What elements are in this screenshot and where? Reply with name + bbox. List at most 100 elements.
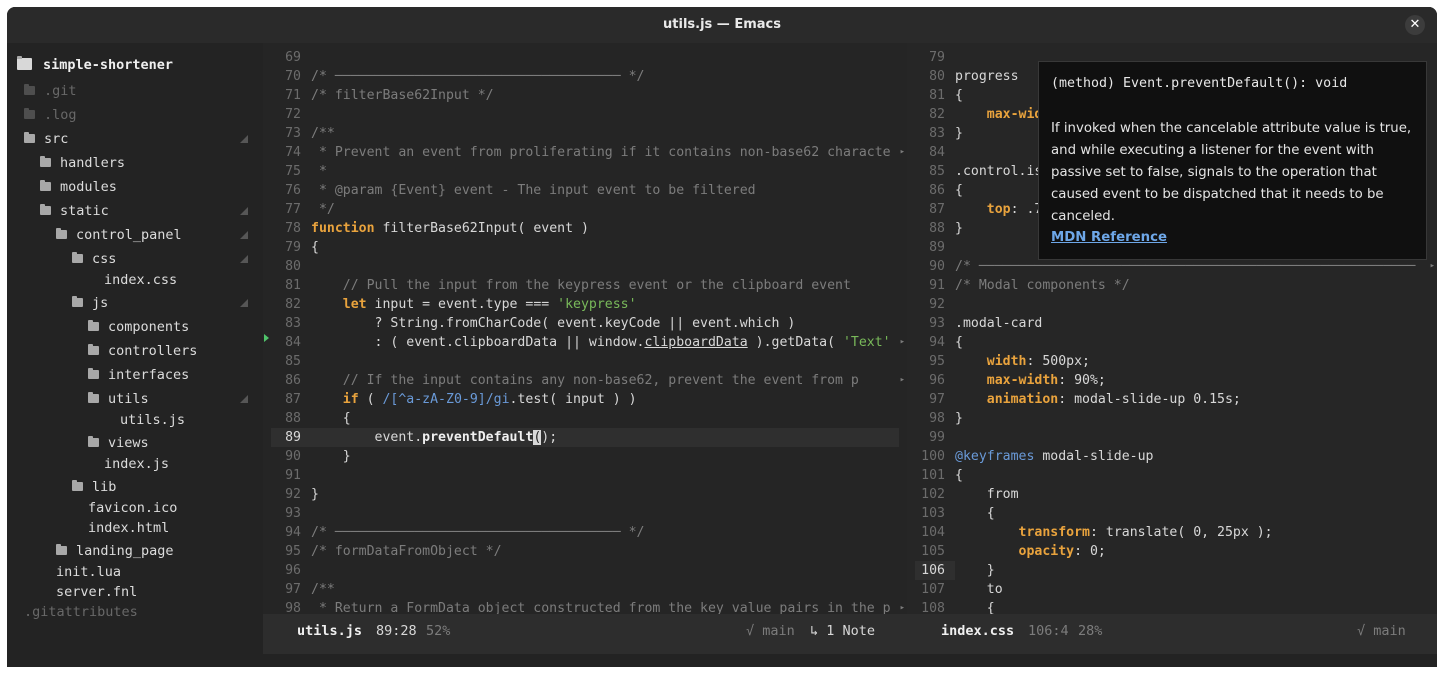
code-line[interactable]: 94 /* ───────────────────────────────────… bbox=[263, 523, 907, 542]
code-line[interactable]: 73 /** bbox=[263, 124, 907, 143]
tree-item-src[interactable]: src bbox=[7, 129, 263, 149]
code-line[interactable]: 91 bbox=[263, 466, 907, 485]
tree-item-lib[interactable]: lib bbox=[7, 477, 263, 497]
code-line[interactable]: 95 width: 500px; bbox=[907, 352, 1437, 371]
code-line[interactable]: 88 { bbox=[263, 409, 907, 428]
code-line[interactable]: 83 ? String.fromCharCode( event.keyCode … bbox=[263, 314, 907, 333]
code-line[interactable]: 76 * @param {Event} event - The input ev… bbox=[263, 181, 907, 200]
code-line[interactable]: 78 function filterBase62Input( event ) bbox=[263, 219, 907, 238]
tree-item-utils[interactable]: utils bbox=[7, 389, 263, 409]
code-line[interactable]: 94 { bbox=[907, 333, 1437, 352]
code-line[interactable]: 87 if ( /[^a-zA-Z0-9]/gi.test( input ) ) bbox=[263, 390, 907, 409]
line-number: 98 bbox=[929, 411, 945, 426]
code-line[interactable]: 75 * bbox=[263, 162, 907, 181]
tree-item-controllers[interactable]: controllers bbox=[7, 341, 263, 361]
tree-item-handlers[interactable]: handlers bbox=[7, 153, 263, 173]
tree-item-views[interactable]: views bbox=[7, 433, 263, 453]
code-line[interactable]: 90 } bbox=[263, 447, 907, 466]
code-line[interactable]: 97 /** bbox=[263, 580, 907, 599]
tree-item-simple-shortener[interactable]: simple-shortener bbox=[7, 55, 263, 75]
code-line[interactable]: 69 bbox=[263, 48, 907, 67]
code-line[interactable]: 70 /* ───────────────────────────────────… bbox=[263, 67, 907, 86]
code-token: * Return a FormData object constructed f… bbox=[311, 601, 891, 614]
code-text: : ( event.clipboardData || window.clipbo… bbox=[311, 333, 891, 352]
expanded-arrow-icon[interactable] bbox=[240, 135, 248, 143]
editor-pane-utils-js[interactable]: 69 70 /* ─────────────────────────────────… bbox=[263, 43, 907, 614]
code-token: /* filterBase62Input */ bbox=[311, 88, 494, 103]
tree-item-label: utils bbox=[108, 391, 149, 407]
tree-item-favicon-ico[interactable]: favicon.ico bbox=[7, 498, 263, 518]
expanded-arrow-icon[interactable] bbox=[240, 395, 248, 403]
expanded-arrow-icon[interactable] bbox=[240, 207, 248, 215]
tree-item-init-lua[interactable]: init.lua bbox=[7, 562, 263, 582]
code-line[interactable]: 96 max-width: 90%; bbox=[907, 371, 1437, 390]
code-token: { bbox=[311, 411, 351, 426]
code-line[interactable]: 92} bbox=[263, 485, 907, 504]
tree-item-git[interactable]: .git bbox=[7, 81, 263, 101]
code-line[interactable]: 105 opacity: 0; bbox=[907, 542, 1437, 561]
code-token: clipboardData bbox=[644, 335, 748, 350]
code-line[interactable]: 71 /* filterBase62Input */ bbox=[263, 86, 907, 105]
code-line[interactable]: 93 .modal-card bbox=[907, 314, 1437, 333]
code-line[interactable]: 72 bbox=[263, 105, 907, 124]
code-line[interactable]: 79 { bbox=[263, 238, 907, 257]
tree-item-label: index.css bbox=[104, 272, 178, 288]
tree-item-landing-page[interactable]: landing_page bbox=[7, 541, 263, 561]
tree-item-control-panel[interactable]: control_panel bbox=[7, 225, 263, 245]
mdn-reference-link[interactable]: MDN Reference bbox=[1051, 230, 1167, 245]
code-line[interactable]: 98} bbox=[907, 409, 1437, 428]
code-line[interactable]: 100 @keyframes modal-slide-up bbox=[907, 447, 1437, 466]
modeline-diagnostics[interactable]: ↳ 1 Note bbox=[810, 614, 875, 648]
tree-item-components[interactable]: components bbox=[7, 317, 263, 337]
tree-item-index-html[interactable]: index.html bbox=[7, 518, 263, 538]
code-line[interactable]: 95 /* formDataFromObject */ bbox=[263, 542, 907, 561]
tree-item-css[interactable]: css bbox=[7, 249, 263, 269]
tree-item-server-fnl[interactable]: server.fnl bbox=[7, 582, 263, 602]
code-line[interactable]: 101 { bbox=[907, 466, 1437, 485]
code-token: to bbox=[955, 582, 1003, 597]
code-token: } bbox=[311, 449, 351, 464]
close-button[interactable]: ✕ bbox=[1405, 15, 1425, 35]
expanded-arrow-icon[interactable] bbox=[240, 255, 248, 263]
code-line[interactable]: 89 event.preventDefault(); bbox=[263, 428, 907, 447]
folder-icon bbox=[40, 204, 51, 215]
code-line[interactable]: 107 to bbox=[907, 580, 1437, 599]
code-line[interactable]: 96 bbox=[263, 561, 907, 580]
code-line[interactable]: 86 // If the input contains any non-base… bbox=[263, 371, 907, 390]
code-line[interactable]: 91 /* Modal components */ bbox=[907, 276, 1437, 295]
code-line[interactable]: 108 { bbox=[907, 599, 1437, 614]
tree-item-gitattributes[interactable]: .gitattributes bbox=[7, 602, 263, 622]
code-line[interactable]: 97 animation: modal-slide-up 0.15s; bbox=[907, 390, 1437, 409]
code-line[interactable]: 74 * Prevent an event from proliferating… bbox=[263, 143, 907, 162]
code-line[interactable]: 81 // Pull the input from the keypress e… bbox=[263, 276, 907, 295]
tree-item-js[interactable]: js bbox=[7, 293, 263, 313]
code-line[interactable]: 104 transform: translate( 0, 25px ); bbox=[907, 523, 1437, 542]
code-line[interactable]: 77 */ bbox=[263, 200, 907, 219]
code-line[interactable]: 98 * Return a FormData object constructe… bbox=[263, 599, 907, 614]
tree-item-index-css[interactable]: index.css bbox=[7, 270, 263, 290]
code-line[interactable]: 85 bbox=[263, 352, 907, 371]
modeline-branch[interactable]: √ main bbox=[746, 614, 795, 648]
code-line[interactable]: 92 bbox=[907, 295, 1437, 314]
code-line[interactable]: 82 let input = event.type === 'keypress' bbox=[263, 295, 907, 314]
tree-item-log[interactable]: .log bbox=[7, 105, 263, 125]
code-token: preventDefault bbox=[422, 430, 534, 445]
tree-item-modules[interactable]: modules bbox=[7, 177, 263, 197]
code-token: input = event.type === bbox=[366, 297, 558, 312]
code-line[interactable]: 93 bbox=[263, 504, 907, 523]
tree-item-index-js[interactable]: index.js bbox=[7, 454, 263, 474]
tree-item-interfaces[interactable]: interfaces bbox=[7, 365, 263, 385]
code-text: /** bbox=[311, 124, 335, 143]
code-line[interactable]: 102 from bbox=[907, 485, 1437, 504]
expanded-arrow-icon[interactable] bbox=[240, 299, 248, 307]
code-line[interactable]: 80 bbox=[263, 257, 907, 276]
modeline-branch[interactable]: √ main bbox=[1357, 614, 1406, 648]
code-line[interactable]: 103 { bbox=[907, 504, 1437, 523]
expanded-arrow-icon[interactable] bbox=[240, 231, 248, 239]
code-line[interactable]: 99 bbox=[907, 428, 1437, 447]
code-token: : 0; bbox=[1074, 544, 1106, 559]
code-line[interactable]: 84 : ( event.clipboardData || window.cli… bbox=[263, 333, 907, 352]
tree-item-static[interactable]: static bbox=[7, 201, 263, 221]
tree-item-utils-js[interactable]: utils.js bbox=[7, 410, 263, 430]
code-line[interactable]: 106 } bbox=[907, 561, 1437, 580]
